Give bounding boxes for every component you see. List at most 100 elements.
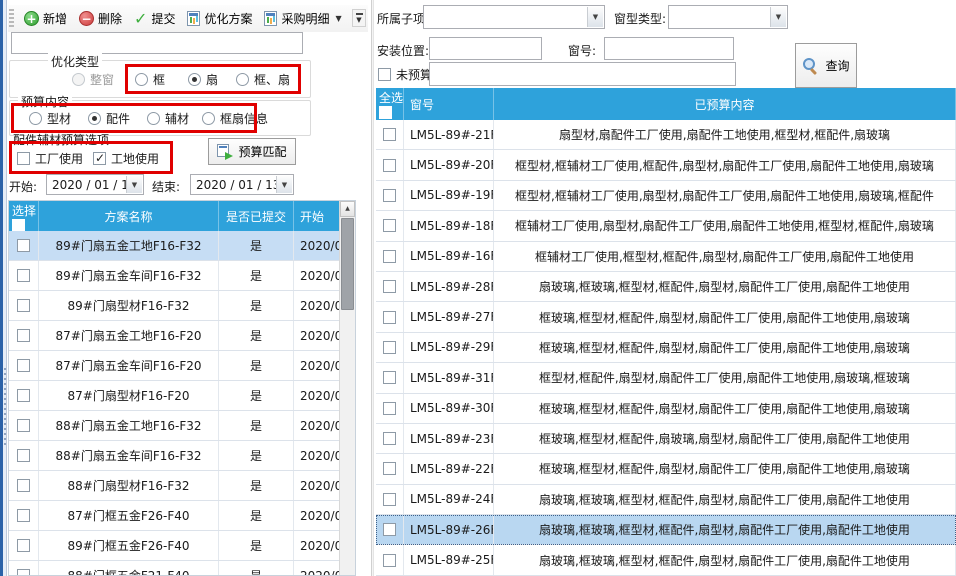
plan-row[interactable]: 87#门扇五金工地F16-F20是2020/0: [9, 321, 340, 351]
plan-start-cell: 2020/0: [294, 531, 340, 560]
start-date-picker[interactable]: 2020 / 01 / 1 ▼: [46, 174, 144, 195]
budget-row[interactable]: LM5L-89#-20F18框型材,框辅材工厂使用,框配件,扇型材,扇配件工厂使…: [376, 150, 956, 180]
row-checkbox[interactable]: [383, 280, 396, 293]
budget-row[interactable]: LM5L-89#-21F19扇型材,扇配件工厂使用,扇配件工地使用,框型材,框配…: [376, 120, 956, 150]
purchase-detail-button[interactable]: 采购明细 ▼: [258, 7, 347, 30]
select-all-checkbox[interactable]: [379, 106, 392, 119]
row-checkbox[interactable]: [383, 493, 396, 506]
plan-row[interactable]: 88#门扇五金工地F16-F32是2020/0: [9, 411, 340, 441]
row-checkbox[interactable]: [383, 159, 396, 172]
chevron-down-icon[interactable]: ▼: [276, 176, 292, 193]
budget-row[interactable]: LM5L-89#-19F17框型材,框辅材工厂使用,扇型材,扇配件工厂使用,扇配…: [376, 181, 956, 211]
budget-row[interactable]: LM5L-89#-29F27框玻璃,框型材,框配件,扇型材,扇配件工厂使用,扇配…: [376, 333, 956, 363]
budget-row[interactable]: LM5L-89#-30F28框玻璃,框型材,框配件,扇型材,扇配件工厂使用,扇配…: [376, 394, 956, 424]
radio-frame-sash-info[interactable]: 框扇信息: [202, 110, 268, 127]
delete-button[interactable]: − 删除: [73, 7, 128, 30]
plan-row[interactable]: 87#门扇五金车间F16-F20是2020/0: [9, 351, 340, 381]
no-budget-input[interactable]: [429, 62, 736, 86]
radio-sash[interactable]: 扇: [188, 71, 218, 88]
install-position-input[interactable]: [429, 37, 542, 60]
row-checkbox[interactable]: [383, 554, 396, 567]
row-checkbox[interactable]: [17, 509, 30, 522]
optimize-plan-button[interactable]: 优化方案: [181, 7, 258, 30]
start-column-header[interactable]: 开始: [294, 201, 340, 231]
row-checkbox[interactable]: [383, 341, 396, 354]
radio-frame[interactable]: 框: [135, 71, 165, 88]
dock-strip[interactable]: [0, 0, 7, 576]
plan-row[interactable]: 89#门扇五金车间F16-F32是2020/0: [9, 261, 340, 291]
plan-row[interactable]: 87#门框五金F26-F40是2020/0: [9, 501, 340, 531]
plan-start-cell: 2020/0: [294, 411, 340, 440]
factory-use-checkbox[interactable]: 工厂使用: [17, 150, 83, 167]
row-checkbox[interactable]: [383, 462, 396, 475]
row-checkbox[interactable]: [17, 569, 30, 576]
budget-content-column-header[interactable]: 已预算内容: [494, 88, 956, 120]
scrollbar-thumb[interactable]: [341, 218, 354, 310]
budget-row[interactable]: LM5L-89#-22F20框玻璃,框型材,框配件,扇型材,扇配件工厂使用,扇配…: [376, 454, 956, 484]
end-date-picker[interactable]: 2020 / 01 / 13 ▼: [190, 174, 294, 195]
chevron-down-icon[interactable]: ▼: [587, 7, 603, 27]
row-checkbox[interactable]: [17, 299, 30, 312]
row-checkbox[interactable]: [17, 539, 30, 552]
row-checkbox[interactable]: [383, 402, 396, 415]
budget-row[interactable]: LM5L-89#-18F16框辅材工厂使用,扇型材,扇配件工厂使用,扇配件工地使…: [376, 211, 956, 241]
row-checkbox[interactable]: [17, 449, 30, 462]
site-use-checkbox[interactable]: 工地使用: [93, 150, 159, 167]
scroll-up-button[interactable]: ▲: [340, 201, 355, 217]
row-checkbox[interactable]: [17, 329, 30, 342]
vertical-scrollbar[interactable]: ▲: [339, 201, 355, 575]
budget-row[interactable]: LM5L-89#-28F26扇玻璃,框玻璃,框型材,框配件,扇型材,扇配件工厂使…: [376, 272, 956, 302]
query-button[interactable]: 查询: [795, 43, 857, 88]
chevron-down-icon[interactable]: ▼: [126, 176, 142, 193]
row-checkbox[interactable]: [383, 371, 396, 384]
plan-row[interactable]: 88#门框五金F21-F40是2020/0: [9, 561, 340, 576]
row-checkbox[interactable]: [17, 419, 30, 432]
select-all-checkbox[interactable]: [12, 219, 25, 231]
radio-profile[interactable]: 型材: [29, 110, 71, 127]
budget-row[interactable]: LM5L-89#-26F24扇玻璃,框玻璃,框型材,框配件,扇型材,扇配件工厂使…: [376, 515, 956, 545]
row-checkbox[interactable]: [383, 250, 396, 263]
window-no-input[interactable]: [604, 37, 734, 60]
row-checkbox[interactable]: [383, 523, 396, 536]
radio-auxiliary[interactable]: 辅材: [147, 110, 189, 127]
budget-row[interactable]: LM5L-89#-25F23扇玻璃,框玻璃,框型材,框配件,扇型材,扇配件工厂使…: [376, 545, 956, 575]
plan-row[interactable]: 88#门扇五金车间F16-F32是2020/0: [9, 441, 340, 471]
budget-row[interactable]: LM5L-89#-31F29框型材,框配件,扇型材,扇配件工厂使用,扇配件工地使…: [376, 363, 956, 393]
window-no-column-header[interactable]: 窗号: [404, 88, 494, 120]
row-checkbox[interactable]: [383, 432, 396, 445]
panel-splitter[interactable]: [371, 0, 374, 576]
add-button[interactable]: + 新增: [18, 7, 73, 30]
toolbar-grip[interactable]: [9, 9, 14, 29]
submitted-column-header[interactable]: 是否已提交: [219, 201, 294, 231]
plan-filter-input[interactable]: [11, 32, 303, 54]
window-type-select[interactable]: ▼: [668, 5, 788, 29]
plan-row[interactable]: 87#门扇型材F16-F20是2020/0: [9, 381, 340, 411]
radio-frame-sash[interactable]: 框、扇: [236, 71, 290, 88]
row-checkbox[interactable]: [383, 189, 396, 202]
toolbar-overflow-button[interactable]: ▼: [352, 9, 366, 27]
budget-row[interactable]: LM5L-89#-16F15框辅材工厂使用,框型材,框配件,扇型材,扇配件工厂使…: [376, 242, 956, 272]
no-budget-checkbox[interactable]: 未预算:: [378, 66, 436, 83]
budget-row[interactable]: LM5L-89#-23F21框玻璃,框型材,框配件,扇玻璃,扇型材,扇配件工厂使…: [376, 424, 956, 454]
row-checkbox[interactable]: [17, 359, 30, 372]
plan-row[interactable]: 88#门扇型材F16-F32是2020/0: [9, 471, 340, 501]
sub-item-select[interactable]: ▼: [423, 5, 605, 29]
submit-button[interactable]: ✓ 提交: [128, 7, 181, 30]
budget-row[interactable]: LM5L-89#-24F22扇玻璃,框玻璃,框型材,框配件,扇型材,扇配件工厂使…: [376, 485, 956, 515]
plan-row[interactable]: 89#门扇型材F16-F32是2020/0: [9, 291, 340, 321]
row-checkbox[interactable]: [383, 128, 396, 141]
row-checkbox[interactable]: [17, 239, 30, 252]
plan-name-column-header[interactable]: 方案名称: [39, 201, 219, 231]
radio-whole-window[interactable]: 整窗: [72, 71, 114, 88]
plan-row[interactable]: 89#门扇五金工地F16-F32是2020/0: [9, 231, 340, 261]
plan-row[interactable]: 89#门框五金F26-F40是2020/0: [9, 531, 340, 561]
row-checkbox[interactable]: [17, 269, 30, 282]
chevron-down-icon[interactable]: ▼: [770, 7, 786, 27]
row-checkbox[interactable]: [17, 479, 30, 492]
budget-row[interactable]: LM5L-89#-27F25框玻璃,框型材,框配件,扇型材,扇配件工厂使用,扇配…: [376, 302, 956, 332]
row-checkbox[interactable]: [383, 219, 396, 232]
row-checkbox[interactable]: [17, 389, 30, 402]
radio-accessory[interactable]: 配件: [88, 110, 130, 127]
budget-match-button[interactable]: 预算匹配: [208, 138, 296, 165]
row-checkbox[interactable]: [383, 311, 396, 324]
